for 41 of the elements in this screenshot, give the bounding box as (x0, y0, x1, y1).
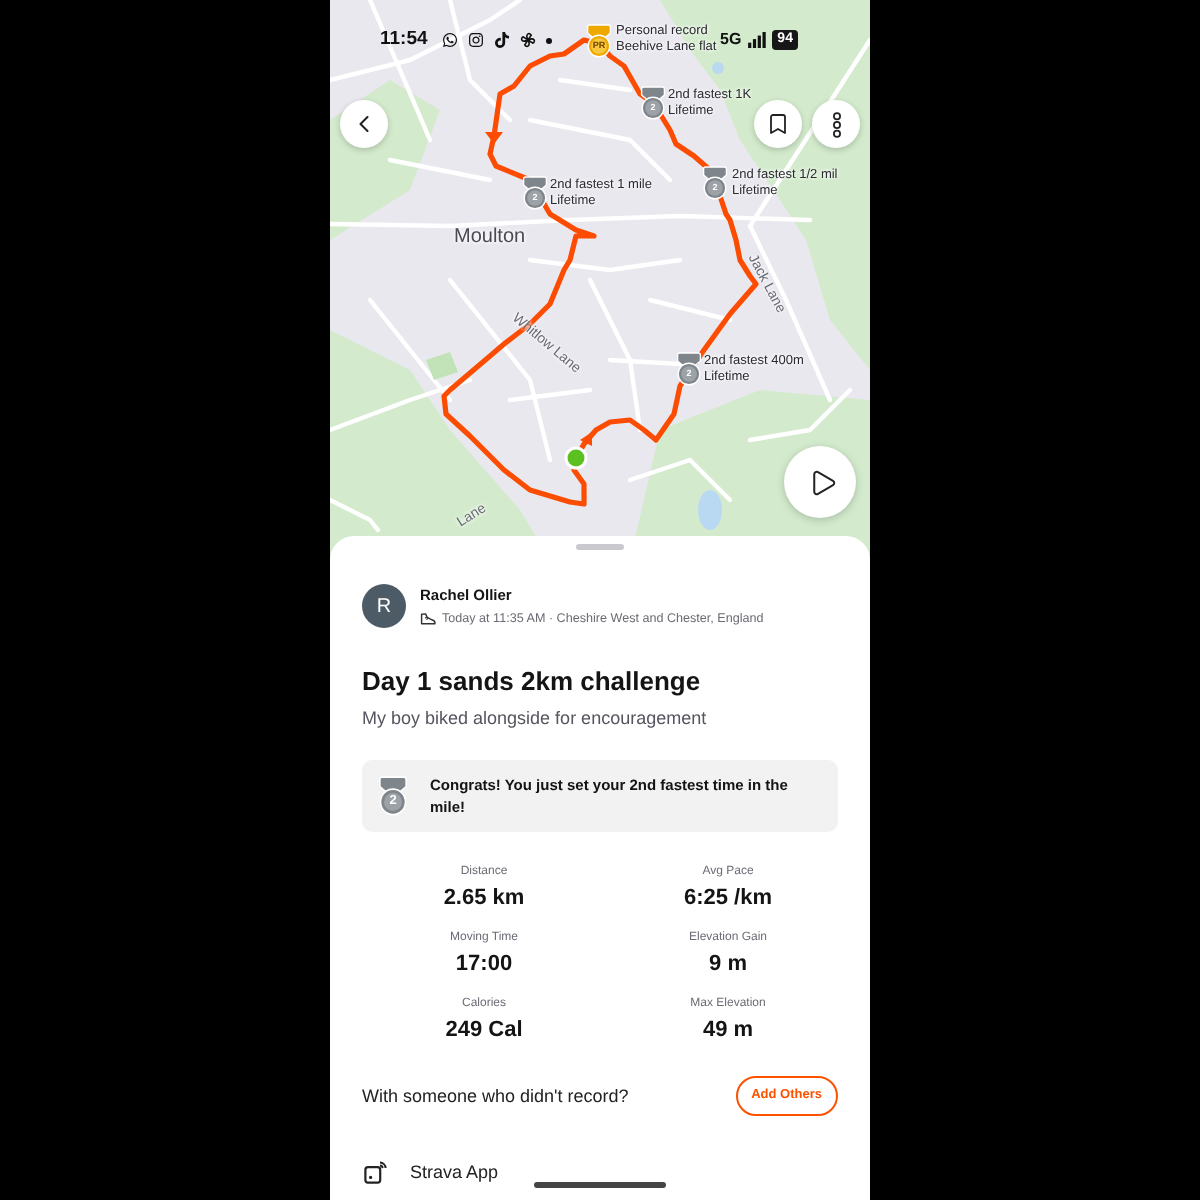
medal-icon (702, 166, 728, 200)
music-note-app-icon (493, 32, 510, 48)
road (330, 497, 381, 533)
play-icon (807, 467, 837, 497)
stat-value: 249 Cal (445, 1018, 523, 1044)
device-icon (364, 1160, 388, 1184)
stat-value: 17:00 (455, 952, 513, 978)
medal-icon (676, 352, 702, 386)
chat-app-icon (441, 32, 458, 48)
place-label: Moulton (454, 226, 526, 250)
start-point-icon (564, 446, 588, 470)
road (387, 157, 493, 183)
camera-app-icon (467, 32, 484, 48)
activity-title: Day 1 sands 2km challenge (362, 666, 703, 698)
stat-value: 2.65 km (443, 886, 525, 912)
stat-value: 6:25 /km (683, 886, 773, 912)
status-time: 11:54 (380, 28, 428, 52)
drag-handle[interactable] (576, 544, 624, 550)
pinwheel-icon (519, 32, 536, 48)
home-indicator (534, 1182, 666, 1188)
more-icon (831, 111, 841, 137)
stat-value: 9 m (709, 952, 747, 978)
road (557, 77, 633, 93)
medal-icon (378, 776, 408, 816)
pond (698, 490, 722, 530)
add-others-prompt: With someone who didn't record? (362, 1084, 629, 1108)
shoe-icon (420, 612, 436, 626)
medal-icon (522, 176, 548, 210)
road (647, 297, 733, 323)
avatar: R (362, 584, 406, 628)
pond (712, 62, 724, 74)
medal-icon (640, 86, 666, 120)
road (627, 457, 733, 503)
activity-description: My boy biked alongside for encouragement (362, 706, 709, 730)
stat-value: 49 m (702, 1018, 754, 1044)
device-name: Strava App (410, 1160, 499, 1184)
signal-icon (747, 32, 766, 48)
network-type: 5G (720, 30, 742, 50)
park-area (426, 352, 458, 380)
bookmark-icon (766, 112, 790, 136)
medal-icon (586, 24, 612, 58)
